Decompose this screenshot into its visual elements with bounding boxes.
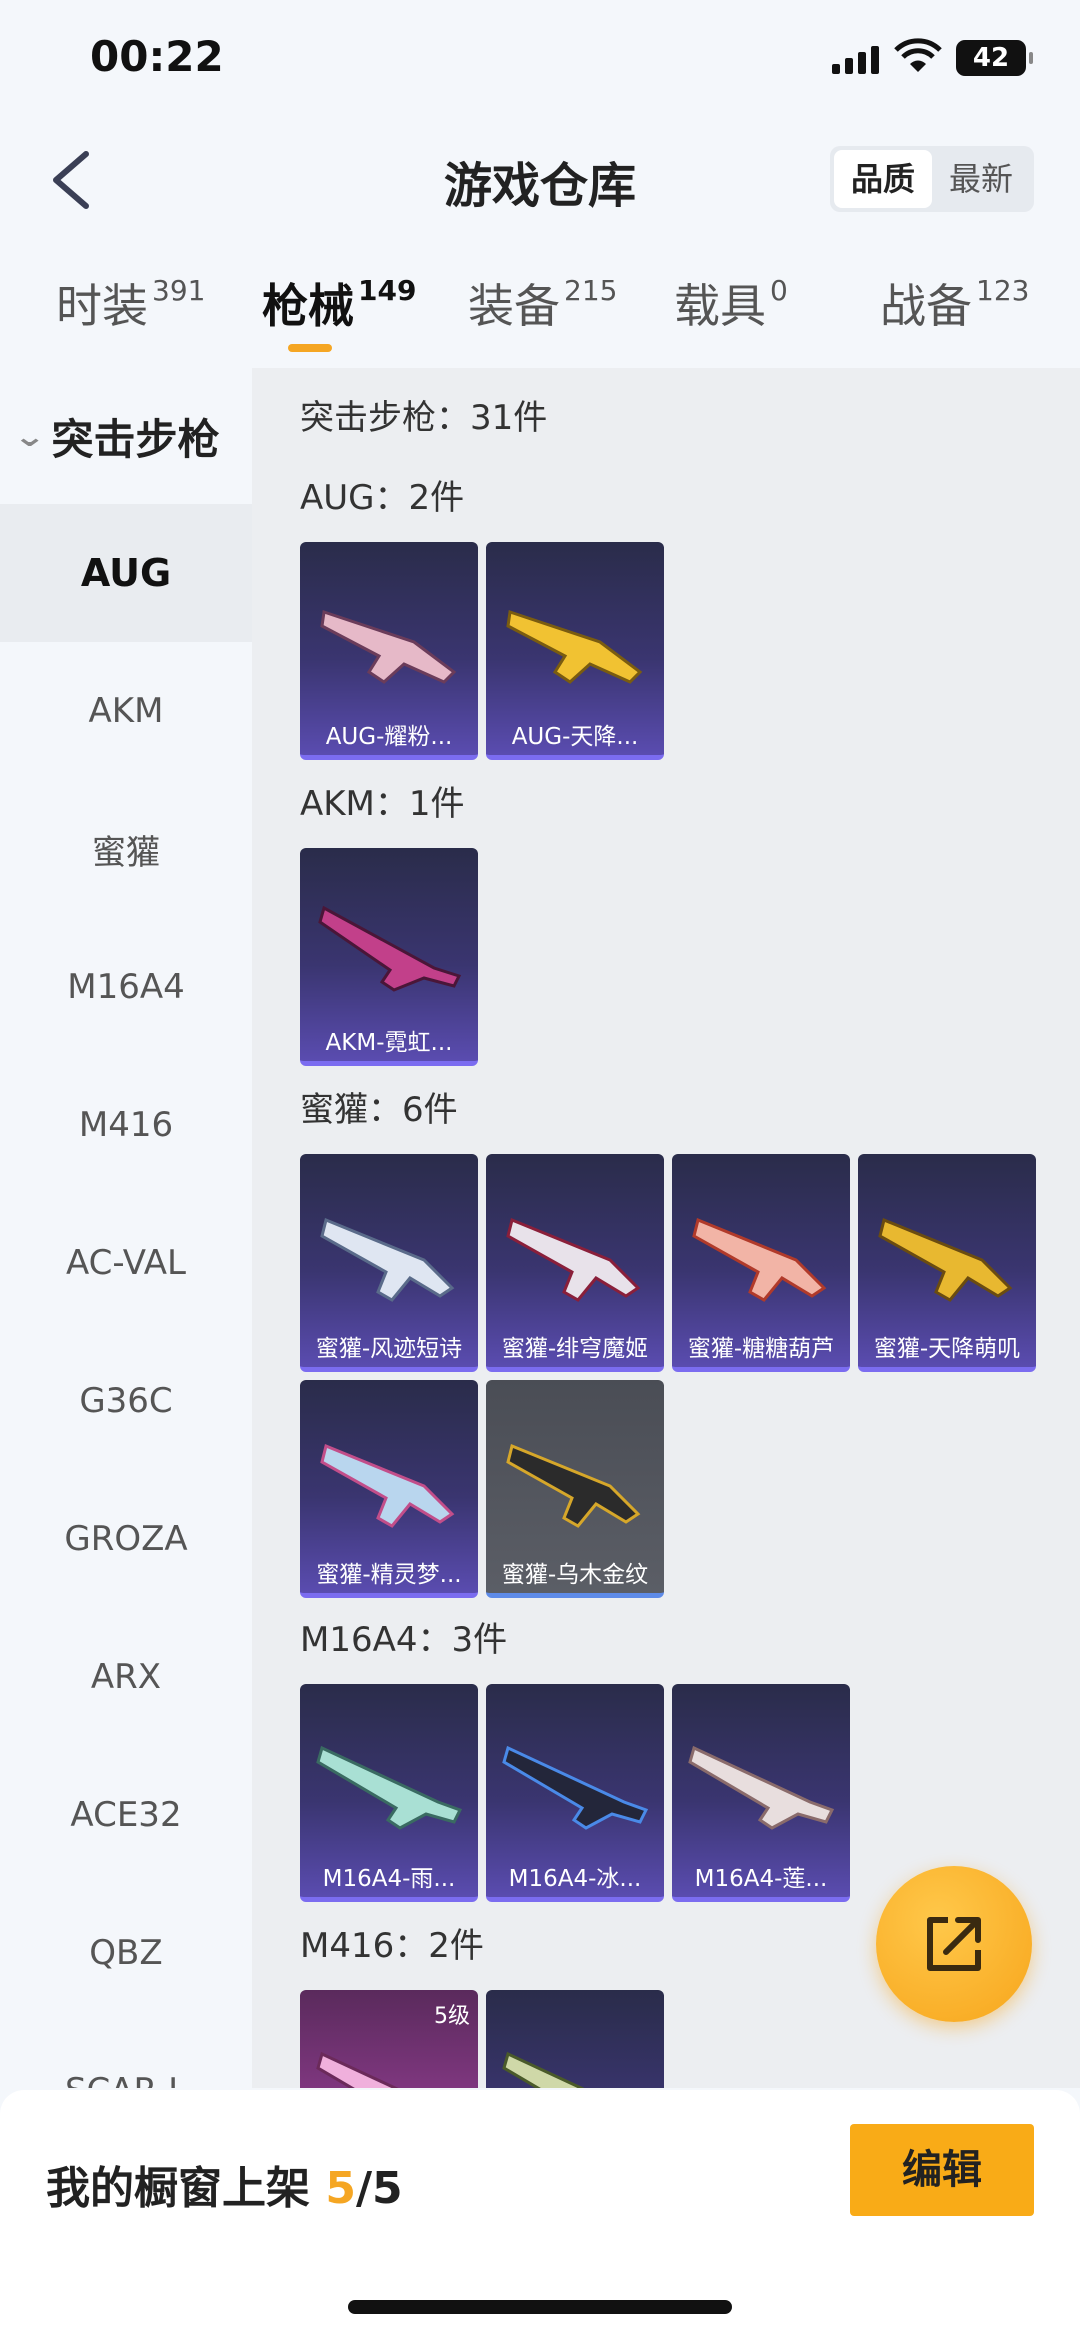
tab-label: 时装 <box>56 279 148 333</box>
gun-icon <box>316 2051 399 2088</box>
weapon-name: 蜜獾-风迹短诗 <box>315 1336 463 1362</box>
weapon-name: 蜜獾-糖糖葫芦 <box>687 1336 835 1362</box>
gun-icon <box>506 1443 641 1528</box>
tab-count: 215 <box>564 274 618 307</box>
sidebar-item-groza[interactable]: GROZA <box>0 1470 252 1608</box>
tab-fashion[interactable]: 时装 391 <box>56 270 205 336</box>
gun-icon <box>506 610 643 684</box>
weapon-name: 蜜獾-天降萌叽 <box>873 1336 1021 1362</box>
chevron-down-icon: ⌄ <box>13 419 47 453</box>
gun-icon <box>506 1217 641 1302</box>
sidebar-item-akm[interactable]: AKM <box>0 642 252 780</box>
status-bar: 00:22 42 <box>0 0 1080 120</box>
gun-icon <box>320 1217 455 1302</box>
weapon-card[interactable]: AUG-天降... <box>486 542 664 760</box>
section-title: AUG：2件 <box>300 478 465 518</box>
weapon-card[interactable]: M16A4-冰... <box>486 1684 664 1902</box>
weapon-card[interactable]: 5级 <box>300 1990 478 2088</box>
showcase-total: /5 <box>355 2163 403 2214</box>
sidebar-group-assault-rifle[interactable]: ⌄ 突击步枪 <box>0 368 252 504</box>
gun-icon <box>502 2051 585 2088</box>
weapon-name: M16A4-雨... <box>322 1866 456 1892</box>
active-tab-indicator <box>288 344 332 352</box>
weapon-card[interactable]: 蜜獾-风迹短诗 <box>300 1154 478 1372</box>
sort-quality-button[interactable]: 品质 <box>834 150 932 208</box>
weapon-card[interactable] <box>486 1990 664 2088</box>
weapon-card[interactable]: M16A4-莲... <box>672 1684 850 1902</box>
weapon-card[interactable]: AKM-霓虹... <box>300 848 478 1066</box>
tab-count: 149 <box>358 274 417 307</box>
total-count: 突击步枪：31件 <box>300 398 548 438</box>
weapon-name: AUG-耀粉... <box>325 724 453 750</box>
weapon-card[interactable]: AUG-耀粉... <box>300 542 478 760</box>
home-indicator[interactable] <box>348 2300 732 2314</box>
tab-supplies[interactable]: 战备 123 <box>880 270 1029 336</box>
share-export-icon <box>927 1917 981 1971</box>
weapon-name: 蜜獾-绯穹魔姬 <box>501 1336 649 1362</box>
gun-icon <box>316 1745 463 1830</box>
wifi-icon <box>894 38 942 72</box>
tab-label: 装备 <box>468 279 560 333</box>
sort-newest-button[interactable]: 最新 <box>932 150 1030 208</box>
weapon-type-sidebar: ⌄ 突击步枪 AUG AKM 蜜獾 M16A4 M416 AC-VAL G36C… <box>0 368 252 2088</box>
tab-vehicles[interactable]: 载具 0 <box>674 270 788 336</box>
weapon-name: M16A4-冰... <box>508 1866 642 1892</box>
weapon-card[interactable]: 蜜獾-天降萌叽 <box>858 1154 1036 1372</box>
sidebar-item-m416[interactable]: M416 <box>0 1056 252 1194</box>
signal-icon <box>832 44 880 74</box>
tab-equipment[interactable]: 装备 215 <box>468 270 617 336</box>
weapon-card[interactable]: 蜜獾-乌木金纹 <box>486 1380 664 1598</box>
gun-icon <box>318 905 462 992</box>
sidebar-item-g36c[interactable]: G36C <box>0 1332 252 1470</box>
status-time: 00:22 <box>90 32 224 81</box>
tab-label: 载具 <box>674 279 766 333</box>
sidebar-item-m16a4[interactable]: M16A4 <box>0 918 252 1056</box>
sidebar-item-ace32[interactable]: ACE32 <box>0 1746 252 1884</box>
showcase-count: 5 <box>325 2163 356 2214</box>
section-title: M16A4：3件 <box>300 1620 508 1660</box>
gun-icon <box>878 1217 1013 1302</box>
weapon-name: AUG-天降... <box>511 724 639 750</box>
category-tabs: 时装 391 枪械 149 装备 215 载具 0 战备 123 <box>0 270 1080 360</box>
tab-guns[interactable]: 枪械 149 <box>262 270 416 336</box>
section-title: M416：2件 <box>300 1926 484 1966</box>
edit-button[interactable]: 编辑 <box>850 2124 1034 2216</box>
section-title: AKM：1件 <box>300 784 465 824</box>
sidebar-group-label: 突击步枪 <box>51 414 220 464</box>
tab-label: 战备 <box>880 279 972 333</box>
weapon-card[interactable]: 蜜獾-精灵梦... <box>300 1380 478 1598</box>
weapon-name: 蜜獾-精灵梦... <box>316 1562 462 1588</box>
sidebar-item-honey-badger[interactable]: 蜜獾 <box>0 780 252 918</box>
gun-icon <box>692 1217 827 1302</box>
sidebar-item-scar-l[interactable]: SCAR-L <box>0 2022 252 2088</box>
weapon-card[interactable]: 蜜獾-绯穹魔姬 <box>486 1154 664 1372</box>
sidebar-item-ac-val[interactable]: AC-VAL <box>0 1194 252 1332</box>
weapon-name: AKM-霓虹... <box>325 1030 453 1056</box>
gun-icon <box>320 610 457 684</box>
weapon-card[interactable]: M16A4-雨... <box>300 1684 478 1902</box>
showcase-label: 我的橱窗上架 <box>46 2163 326 2214</box>
weapon-card[interactable]: 蜜獾-糖糖葫芦 <box>672 1154 850 1372</box>
weapon-name: 蜜獾-乌木金纹 <box>501 1562 649 1588</box>
weapon-grid: 突击步枪：31件 AUG：2件 AUG-耀粉... AUG-天降... AKM：… <box>252 368 1080 2088</box>
sidebar-item-qbz[interactable]: QBZ <box>0 1884 252 2022</box>
tab-count: 123 <box>976 274 1030 307</box>
tab-label: 枪械 <box>262 279 354 333</box>
weapon-name: M16A4-莲... <box>694 1866 828 1892</box>
gun-icon <box>502 1745 649 1830</box>
share-button[interactable] <box>876 1866 1032 2022</box>
gun-icon <box>320 1443 455 1528</box>
tab-count: 391 <box>152 274 206 307</box>
sort-toggle: 品质 最新 <box>830 146 1034 212</box>
tab-count: 0 <box>770 274 788 307</box>
sidebar-item-arx[interactable]: ARX <box>0 1608 252 1746</box>
section-title: 蜜獾：6件 <box>300 1090 458 1130</box>
battery-icon: 42 <box>956 40 1033 76</box>
sidebar-item-aug[interactable]: AUG <box>0 504 252 642</box>
showcase-status: 我的橱窗上架 5/5 <box>46 2152 403 2216</box>
gun-icon <box>688 1745 835 1830</box>
